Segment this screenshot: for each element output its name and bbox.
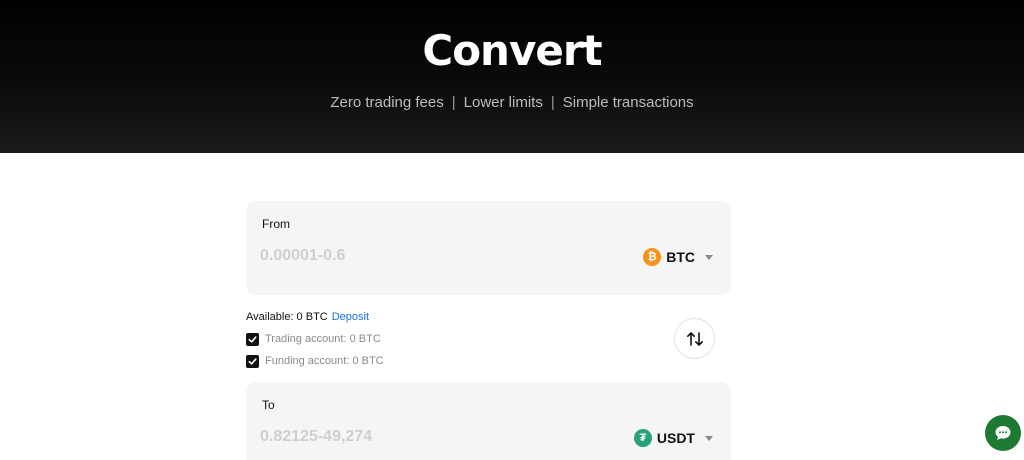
funding-account-label: Funding account: 0 BTC [265, 355, 384, 367]
to-panel: To ₮ USDT [246, 382, 731, 460]
to-label: To [262, 398, 275, 412]
tether-icon: ₮ [633, 429, 652, 447]
funding-account-row: Funding account: 0 BTC [246, 354, 384, 368]
deposit-link[interactable]: Deposit [332, 311, 369, 323]
from-coin-name: BTC [666, 249, 695, 265]
subtitle-item-fees: Zero trading fees [330, 94, 444, 111]
available-text: Available: 0 BTC [246, 311, 328, 323]
available-balance: Available: 0 BTC Deposit [246, 311, 369, 323]
hero-banner: Convert Zero trading fees | Lower limits | S… [0, 0, 1024, 153]
bitcoin-icon: ₿ [643, 248, 662, 266]
trading-account-label: Trading account: 0 BTC [265, 333, 381, 345]
subtitle-separator: | [451, 94, 456, 111]
trading-account-checkbox[interactable] [246, 332, 259, 346]
trading-account-row: Trading account: 0 BTC [246, 332, 381, 346]
page-title: Convert [422, 26, 602, 75]
check-icon [248, 335, 257, 343]
to-coin-name: USDT [656, 430, 695, 446]
swap-arrows-icon [686, 331, 703, 346]
chevron-down-icon [705, 435, 713, 441]
subtitle-item-simple: Simple transactions [562, 94, 694, 111]
from-label: From [262, 217, 290, 231]
from-amount-input[interactable] [260, 245, 590, 267]
subtitle-separator: | [550, 94, 555, 111]
chevron-down-icon [705, 254, 713, 260]
from-coin-select[interactable]: ₿ BTC [643, 247, 713, 267]
to-amount-input[interactable] [260, 426, 590, 448]
chat-support-button[interactable] [985, 415, 1021, 451]
hero-subtitle: Zero trading fees | Lower limits | Simple tr… [0, 94, 1024, 111]
funding-account-checkbox[interactable] [246, 354, 259, 368]
subtitle-item-limits: Lower limits [463, 94, 543, 111]
to-coin-select[interactable]: ₮ USDT [633, 428, 713, 448]
chat-bubble-icon [995, 426, 1011, 440]
check-icon [248, 357, 257, 365]
swap-button[interactable] [674, 318, 715, 359]
from-panel: From ₿ BTC [246, 201, 731, 295]
